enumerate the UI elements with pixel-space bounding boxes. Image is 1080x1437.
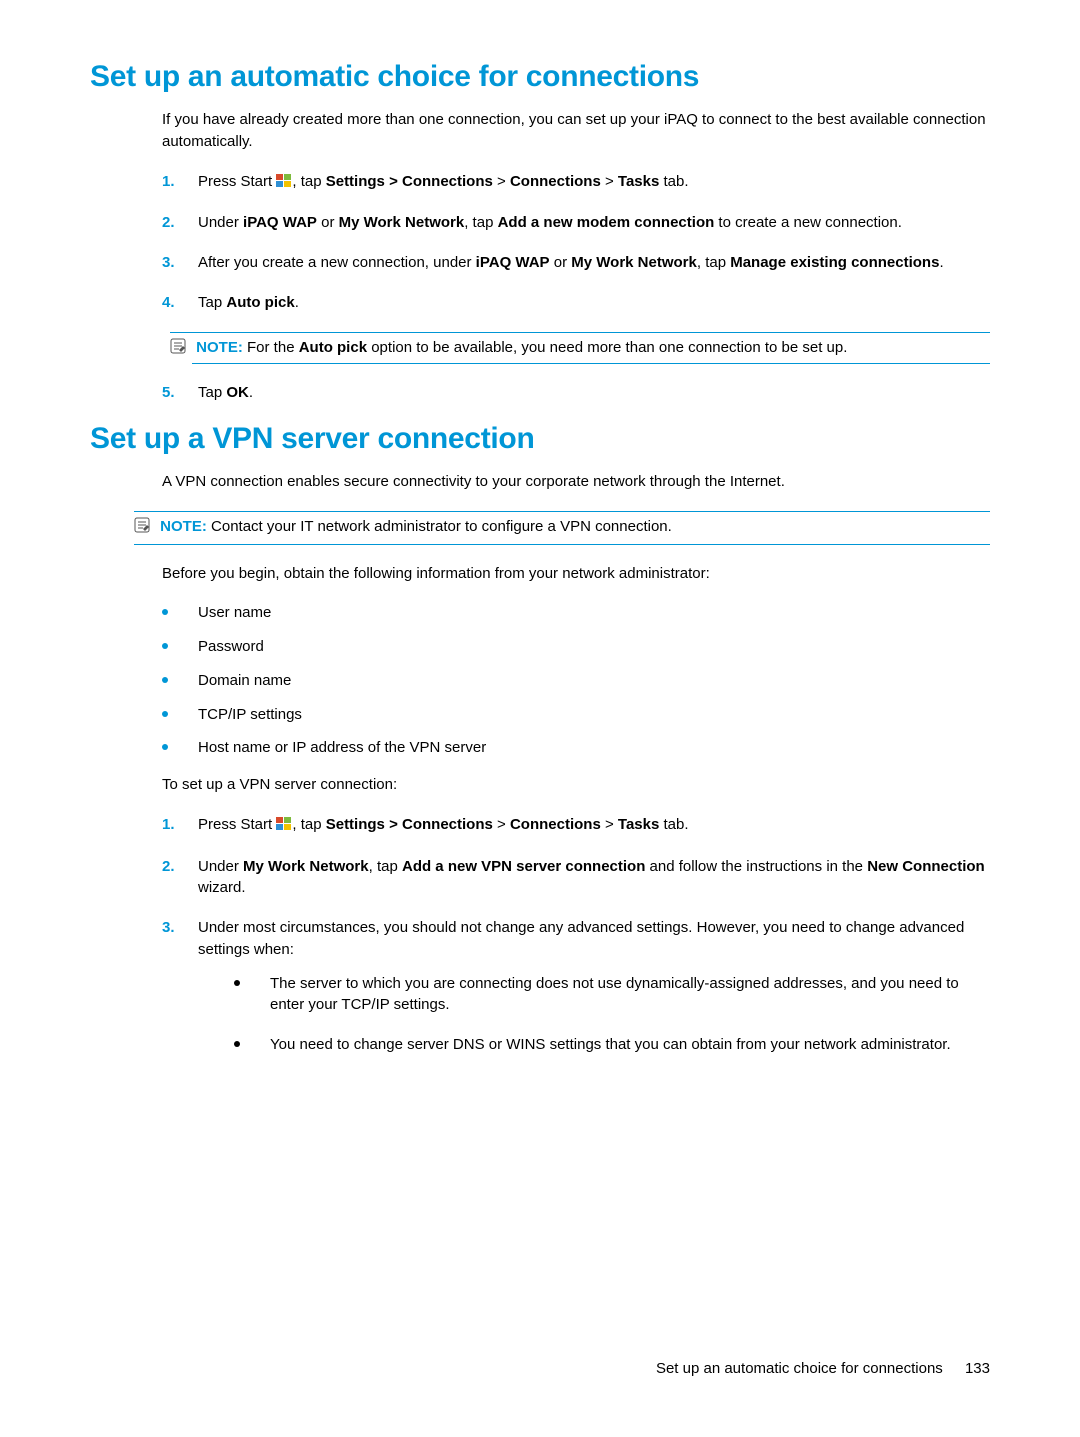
page-footer: Set up an automatic choice for connectio… — [656, 1360, 990, 1377]
vpn-info-list: User name Password Domain name TCP/IP se… — [162, 602, 990, 759]
step-number: 1. — [162, 814, 175, 836]
text: Tap — [198, 384, 226, 401]
bold-text: My Work Network — [339, 214, 465, 231]
text: . — [939, 254, 943, 271]
text: After you create a new connection, under — [198, 254, 476, 271]
footer-title: Set up an automatic choice for connectio… — [656, 1360, 943, 1377]
text: Under most circumstances, you should not… — [198, 919, 964, 958]
list-item: Domain name — [162, 670, 990, 692]
text: Tap — [198, 294, 226, 311]
text: and follow the instructions in the — [645, 858, 867, 875]
step-number: 1. — [162, 171, 175, 193]
list-item: You need to change server DNS or WINS se… — [234, 1034, 990, 1056]
text: Press Start — [198, 816, 276, 833]
text: Under — [198, 858, 243, 875]
step-number: 5. — [162, 382, 175, 404]
section1-steps: 1. Press Start , tap Settings > Connecti… — [162, 171, 990, 314]
text: wizard. — [198, 879, 246, 896]
bold-text: Add a new VPN server connection — [402, 858, 645, 875]
bold-text: iPAQ WAP — [243, 214, 317, 231]
note-icon — [134, 517, 150, 540]
text: to create a new connection. — [714, 214, 902, 231]
text: option to be available, you need more th… — [367, 339, 847, 356]
list-item: Password — [162, 636, 990, 658]
section1-step-5: 5. Tap OK. — [162, 382, 990, 404]
text: . — [249, 384, 253, 401]
list-item: Host name or IP address of the VPN serve… — [162, 737, 990, 759]
step-number: 3. — [162, 917, 175, 939]
section2-toset: To set up a VPN server connection: — [162, 774, 990, 796]
section-heading-auto-choice: Set up an automatic choice for connectio… — [90, 60, 990, 94]
section2-steps: 1. Press Start , tap Settings > Connecti… — [162, 814, 990, 1056]
section1-intro: If you have already created more than on… — [162, 109, 990, 153]
windows-start-icon — [276, 173, 292, 195]
text: > — [601, 816, 618, 833]
bold-text: Connections — [510, 173, 601, 190]
bold-text: Manage existing connections — [730, 254, 939, 271]
text: > — [601, 173, 618, 190]
section-heading-vpn: Set up a VPN server connection — [90, 422, 990, 456]
document-page: Set up an automatic choice for connectio… — [0, 0, 1080, 1437]
bold-text: Settings — [326, 173, 385, 190]
bold-text: OK — [226, 384, 249, 401]
bold-text: > Connections — [385, 816, 493, 833]
page-number: 133 — [965, 1360, 990, 1377]
bold-text: Auto pick — [226, 294, 294, 311]
text: Press Start — [198, 173, 276, 190]
text: Under — [198, 214, 243, 231]
bold-text: My Work Network — [243, 858, 369, 875]
section2-before: Before you begin, obtain the following i… — [162, 563, 990, 585]
bold-text: New Connection — [867, 858, 985, 875]
section2-step-3: 3. Under most circumstances, you should … — [162, 917, 990, 1056]
bold-text: Auto pick — [299, 339, 367, 356]
section2-step-1: 1. Press Start , tap Settings > Connecti… — [162, 814, 990, 838]
text: tab. — [659, 173, 688, 190]
note-label: NOTE: — [196, 339, 243, 356]
bold-text: Connections — [510, 816, 601, 833]
bold-text: Tasks — [618, 816, 659, 833]
text: > — [493, 173, 510, 190]
list-item: TCP/IP settings — [162, 704, 990, 726]
section1-step-1: 1. Press Start , tap Settings > Connecti… — [162, 171, 990, 195]
section1-step-2: 2. Under iPAQ WAP or My Work Network, ta… — [162, 212, 990, 234]
text: or — [317, 214, 339, 231]
advanced-settings-sublist: The server to which you are connecting d… — [234, 973, 990, 1056]
text: , tap — [369, 858, 402, 875]
bold-text: Tasks — [618, 173, 659, 190]
text: . — [295, 294, 299, 311]
bold-text: > Connections — [385, 173, 493, 190]
text: , tap — [292, 173, 325, 190]
bold-text: Add a new modem connection — [498, 214, 715, 231]
section1-step-4: 4. Tap Auto pick. — [162, 292, 990, 314]
text: For the — [247, 339, 299, 356]
bold-text: My Work Network — [571, 254, 697, 271]
text: Contact your IT network administrator to… — [211, 518, 672, 535]
section1-steps-cont: 5. Tap OK. — [162, 382, 990, 404]
text: , tap — [697, 254, 730, 271]
step-number: 3. — [162, 252, 175, 274]
note-label: NOTE: — [160, 518, 207, 535]
section2-intro: A VPN connection enables secure connecti… — [162, 471, 990, 493]
note-auto-pick: NOTE: For the Auto pick option to be ava… — [170, 332, 990, 365]
list-item: The server to which you are connecting d… — [234, 973, 990, 1017]
bold-text: Settings — [326, 816, 385, 833]
step-number: 2. — [162, 212, 175, 234]
step-number: 4. — [162, 292, 175, 314]
list-item: User name — [162, 602, 990, 624]
text: > — [493, 816, 510, 833]
text: , tap — [292, 816, 325, 833]
section2-step-2: 2. Under My Work Network, tap Add a new … — [162, 856, 990, 900]
note-icon — [170, 338, 186, 361]
note-vpn-admin: NOTE: Contact your IT network administra… — [134, 511, 990, 545]
step-number: 2. — [162, 856, 175, 878]
windows-start-icon — [276, 816, 292, 838]
section1-step-3: 3. After you create a new connection, un… — [162, 252, 990, 274]
bold-text: iPAQ WAP — [476, 254, 550, 271]
text: or — [550, 254, 572, 271]
text: tab. — [659, 816, 688, 833]
text: , tap — [464, 214, 497, 231]
